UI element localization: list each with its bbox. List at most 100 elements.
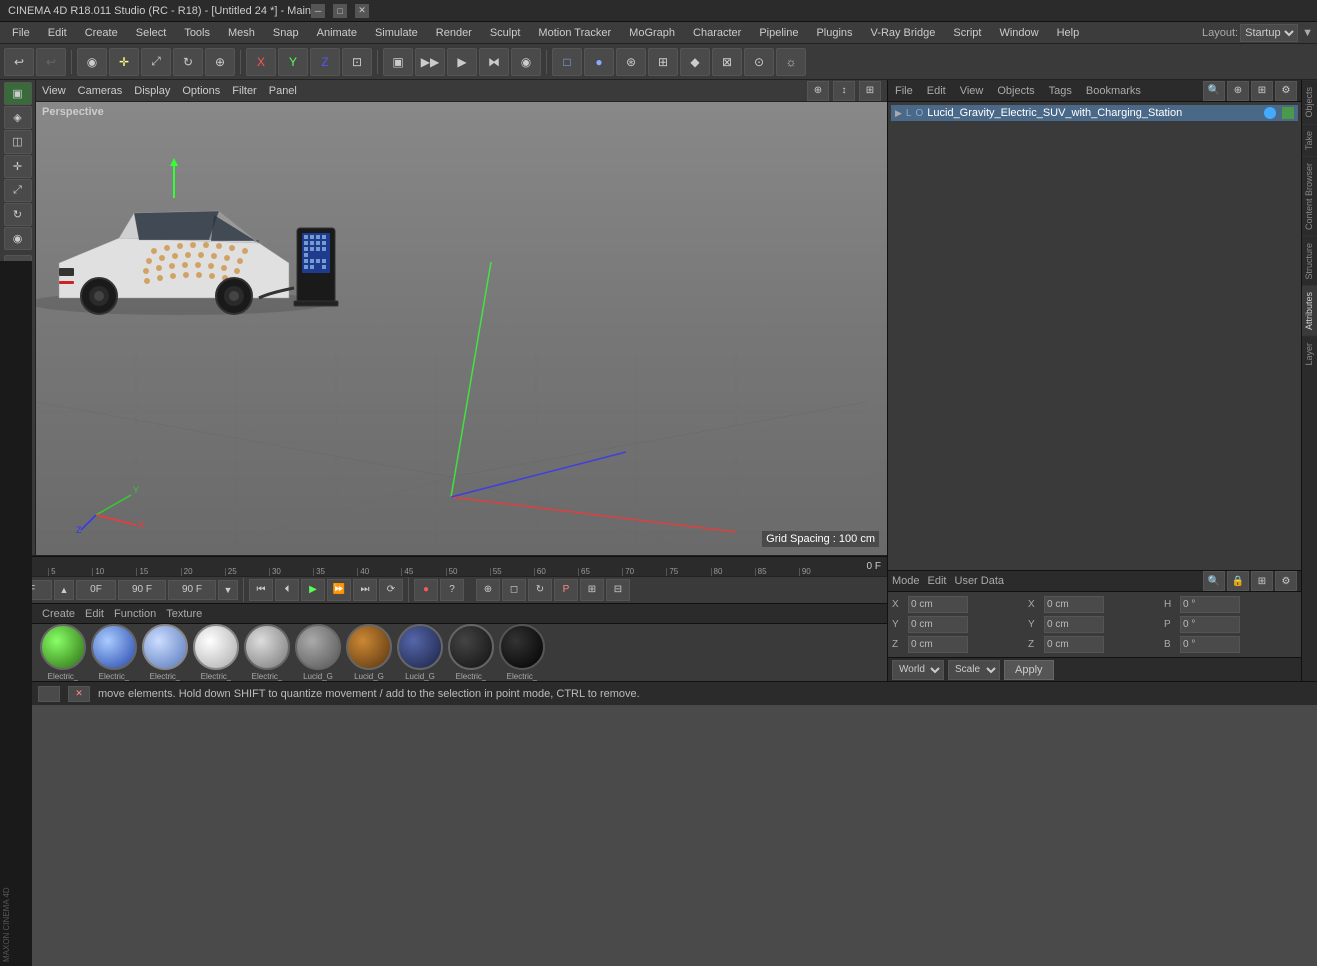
viewport-ctrl-2[interactable]: ↕ <box>833 81 855 101</box>
playback-record-button[interactable]: ▣ <box>383 48 413 76</box>
key-button[interactable]: ⧓ <box>479 48 509 76</box>
undo-button[interactable]: ↩ <box>4 48 34 76</box>
viewport-ctrl-1[interactable]: ⊕ <box>807 81 829 101</box>
attr-expand[interactable]: ⊞ <box>1251 571 1273 591</box>
material-8[interactable]: Lucid_G <box>397 624 443 681</box>
menu-mesh[interactable]: Mesh <box>220 25 263 41</box>
attr-settings[interactable]: ⚙ <box>1275 571 1297 591</box>
tool-rotate[interactable]: ↻ <box>4 203 32 226</box>
maximize-button[interactable]: □ <box>333 4 347 18</box>
obj-ctrl-4[interactable]: ⚙ <box>1275 81 1297 101</box>
menu-mograph[interactable]: MoGraph <box>621 25 683 41</box>
viewport-panel-menu[interactable]: Panel <box>269 85 297 97</box>
tab-content-browser[interactable]: Content Browser <box>1302 156 1317 236</box>
next-frame-button[interactable]: ⏩ <box>327 579 351 601</box>
menu-edit[interactable]: Edit <box>40 25 75 41</box>
help-button[interactable]: ? <box>440 579 464 601</box>
key-plus-button[interactable]: ⊕ <box>476 579 500 601</box>
select-mode-button[interactable]: ◉ <box>77 48 107 76</box>
obj-vis-icon[interactable] <box>1282 107 1294 119</box>
obj-objects-menu[interactable]: Objects <box>994 85 1037 97</box>
move-button[interactable]: ✛ <box>109 48 139 76</box>
menu-motion-tracker[interactable]: Motion Tracker <box>530 25 619 41</box>
loop-button[interactable]: ⟳ <box>379 579 403 601</box>
status-indicator-close[interactable]: ✕ <box>68 686 90 702</box>
transform-button[interactable]: ⊕ <box>205 48 235 76</box>
menu-help[interactable]: Help <box>1049 25 1088 41</box>
menu-script[interactable]: Script <box>945 25 989 41</box>
viewport-cameras-menu[interactable]: Cameras <box>78 85 123 97</box>
menu-window[interactable]: Window <box>991 25 1046 41</box>
menu-animate[interactable]: Animate <box>309 25 365 41</box>
scale-mode-select[interactable]: Scale <box>948 660 1000 680</box>
material-2[interactable]: Electric_ <box>91 624 137 681</box>
goto-start-button[interactable]: ⏮ <box>249 579 273 601</box>
menu-file[interactable]: File <box>4 25 38 41</box>
scale-button[interactable]: ⤢ <box>141 48 171 76</box>
material-1[interactable]: Electric_ <box>40 624 86 681</box>
frame-spin-down[interactable]: ▼ <box>218 580 238 600</box>
render-view-button[interactable]: ⊙ <box>744 48 774 76</box>
menu-pipeline[interactable]: Pipeline <box>751 25 806 41</box>
obj-bookmarks-menu[interactable]: Bookmarks <box>1083 85 1144 97</box>
viewport-filter-menu[interactable]: Filter <box>232 85 256 97</box>
material-9[interactable]: Electric_ <box>448 624 494 681</box>
p-input[interactable] <box>1180 616 1240 633</box>
menu-plugins[interactable]: Plugins <box>808 25 860 41</box>
status-indicator-2[interactable] <box>38 686 60 702</box>
viewport-options-menu[interactable]: Options <box>182 85 220 97</box>
h-input[interactable] <box>1180 596 1240 613</box>
play-forward-button[interactable]: ▶ <box>301 579 325 601</box>
viewport-ctrl-3[interactable]: ⊞ <box>859 81 881 101</box>
menu-select[interactable]: Select <box>128 25 175 41</box>
attr-edit-menu[interactable]: Edit <box>928 575 947 587</box>
x-axis-button[interactable]: X <box>246 48 276 76</box>
material-6[interactable]: Lucid_G <box>295 624 341 681</box>
uv-button[interactable]: ⊠ <box>712 48 742 76</box>
cube-button[interactable]: □ <box>552 48 582 76</box>
tool-model[interactable]: ▣ <box>4 82 32 105</box>
close-button[interactable]: ✕ <box>355 4 369 18</box>
tab-take[interactable]: Take <box>1302 124 1317 156</box>
play-button[interactable]: ▶ <box>447 48 477 76</box>
menu-vray[interactable]: V-Ray Bridge <box>863 25 944 41</box>
end-frame-input[interactable] <box>118 580 166 600</box>
menu-render[interactable]: Render <box>428 25 480 41</box>
frame-spin-up[interactable]: ▲ <box>54 580 74 600</box>
current-frame-display[interactable] <box>76 580 116 600</box>
key-loop-button[interactable]: ↻ <box>528 579 552 601</box>
material-10[interactable]: Electric_ <box>499 624 545 681</box>
y-axis-button[interactable]: Y <box>278 48 308 76</box>
menu-tools[interactable]: Tools <box>176 25 218 41</box>
render-button[interactable]: ◉ <box>511 48 541 76</box>
z-pos-input[interactable] <box>908 636 968 653</box>
edges-button[interactable]: ⊞ <box>648 48 678 76</box>
obj-file-menu[interactable]: File <box>892 85 916 97</box>
tab-attributes[interactable]: Attributes <box>1302 285 1317 336</box>
z-rot-input[interactable] <box>1044 636 1104 653</box>
mat-function-menu[interactable]: Function <box>114 608 156 620</box>
x-pos-input[interactable] <box>908 596 968 613</box>
tool-select[interactable]: ◉ <box>4 227 32 250</box>
play-range-button[interactable]: ▶▶ <box>415 48 445 76</box>
attr-mode-menu[interactable]: Mode <box>892 575 920 587</box>
obj-ctrl-1[interactable]: 🔍 <box>1203 81 1225 101</box>
tool-move[interactable]: ✛ <box>4 155 32 178</box>
menu-snap[interactable]: Snap <box>265 25 307 41</box>
attr-search[interactable]: 🔍 <box>1203 571 1225 591</box>
world-space-select[interactable]: World <box>892 660 944 680</box>
viewport-display-menu[interactable]: Display <box>134 85 170 97</box>
obj-view-menu[interactable]: View <box>957 85 987 97</box>
tab-structure[interactable]: Structure <box>1302 236 1317 286</box>
material-4[interactable]: Electric_ <box>193 624 239 681</box>
tab-objects[interactable]: Objects <box>1302 80 1317 124</box>
world-button[interactable]: ⊡ <box>342 48 372 76</box>
material-7[interactable]: Lucid_G <box>346 624 392 681</box>
viewport-view-menu[interactable]: View <box>42 85 66 97</box>
goto-end-button[interactable]: ⏭ <box>353 579 377 601</box>
points-button[interactable]: ⊛ <box>616 48 646 76</box>
redo-button[interactable]: ↩ <box>36 48 66 76</box>
y-pos-input[interactable] <box>908 616 968 633</box>
obj-ctrl-2[interactable]: ⊕ <box>1227 81 1249 101</box>
menu-create[interactable]: Create <box>77 25 126 41</box>
